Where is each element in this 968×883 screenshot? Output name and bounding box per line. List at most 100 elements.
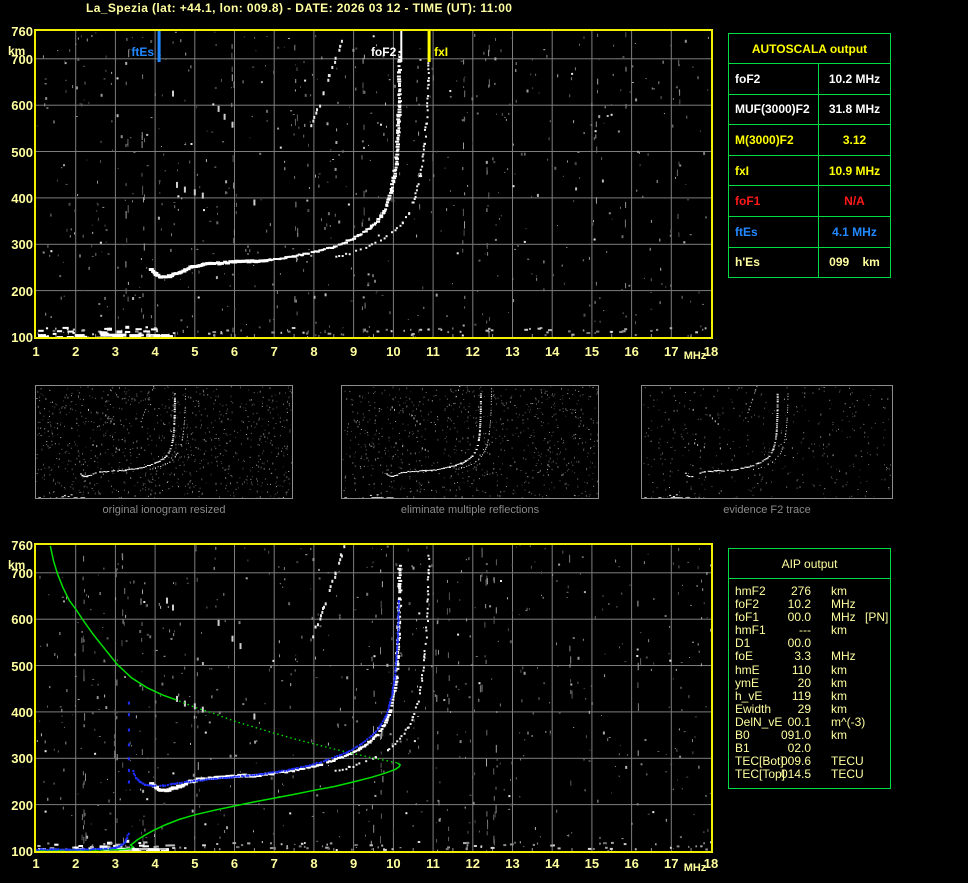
row-label: MUF(3000)F2 [729, 94, 819, 125]
aip-table-title: AIP output [729, 549, 890, 579]
row-label: B1 [735, 741, 750, 756]
row-value: 009.6 [780, 754, 811, 769]
row-unit: TECU [831, 754, 864, 769]
x-axis-label: 10 [386, 344, 401, 359]
y-axis-unit: km [8, 558, 26, 572]
y-axis-label: 500 [11, 658, 33, 674]
row-label: hmE [735, 662, 760, 677]
table-row: foF1 N/A [729, 186, 890, 217]
row-unit: km [831, 728, 847, 743]
row-label: fxI [729, 155, 819, 186]
table-row: ymE 20 km [729, 676, 890, 690]
fof2-marker-label: foF2 [370, 45, 397, 59]
y-axis-label: 400 [11, 704, 33, 720]
autoscala-window: La_Spezia (lat: +44.1, lon: 009.8) - DAT… [0, 0, 968, 883]
row-value: 00.1 [787, 714, 811, 729]
page-title: La_Spezia (lat: +44.1, lon: 009.8) - DAT… [86, 1, 513, 15]
row-unit: MHz [831, 610, 856, 625]
row-unit: MHz [831, 597, 856, 612]
x-axis-label: 3 [111, 344, 120, 359]
y-axis-label: 600 [11, 612, 33, 628]
table-row: h'Es 099 km [729, 247, 890, 278]
row-value: 276 [790, 584, 811, 598]
x-axis-label: 4 [151, 344, 159, 359]
row-value: --- [799, 623, 811, 638]
x-axis-label: 2 [72, 856, 80, 871]
y-axis-unit: km [8, 44, 26, 58]
y-axis-label: 200 [11, 797, 33, 813]
row-value: 099 km [829, 255, 880, 270]
x-axis-label: 6 [230, 344, 239, 359]
autoscala-output-table: AUTOSCALA output foF2 10.2 MHz MUF(3000)F2… [728, 33, 891, 279]
row-unit: TECU [831, 767, 864, 782]
thumbnail-caption: evidence F2 trace [723, 504, 811, 516]
x-axis-label: 16 [624, 344, 639, 359]
row-unit: km [831, 662, 847, 677]
row-unit: m^(-3) [831, 714, 866, 729]
autoscala-table-title: AUTOSCALA output [729, 34, 890, 64]
row-value: 00.0 [787, 610, 811, 625]
row-value: 10.9 MHz [828, 163, 881, 178]
table-row: MUF(3000)F2 31.8 MHz [729, 94, 890, 126]
thumbnail-original-ionogram [35, 385, 293, 499]
x-axis-label: 15 [584, 344, 600, 359]
row-value: 02.0 [787, 741, 811, 756]
x-axis-label: 14 [544, 344, 560, 359]
row-label: foE [735, 649, 754, 664]
table-row: M(3000)F2 3.12 [729, 125, 890, 156]
row-value: 091.0 [780, 728, 811, 743]
x-axis-label: 11 [426, 856, 440, 871]
profile-curve [174, 698, 398, 764]
fxi-marker-label: fxI [434, 45, 449, 59]
x-axis-label: 3 [111, 856, 120, 871]
top-ionogram-plot [34, 29, 713, 339]
x-axis-label: 12 [465, 344, 480, 359]
table-row: fxI 10.9 MHz [729, 155, 890, 187]
row-unit: km [831, 584, 847, 598]
row-label: foF1 [735, 610, 760, 625]
x-axis-label: 6 [230, 856, 239, 871]
row-value: 00.0 [787, 636, 811, 651]
row-value: 4.1 MHz [832, 224, 877, 239]
row-value: 31.8 MHz [828, 102, 881, 117]
thumbnail-caption: original ionogram resized [102, 504, 226, 516]
row-note: [PN] [865, 610, 889, 625]
x-axis-unit: MHz [683, 350, 707, 362]
x-axis-label: 1 [32, 344, 40, 359]
x-axis-unit: MHz [683, 862, 707, 874]
bottom-plot-canvas [36, 545, 711, 851]
row-unit: MHz [831, 649, 856, 664]
x-axis-label: 9 [350, 344, 358, 359]
x-axis-label: 14 [544, 856, 560, 871]
x-axis-label: 7 [270, 856, 278, 871]
table-row: TEC[Top] 014.5 TECU [729, 768, 890, 781]
thumbnail-caption: eliminate multiple reflections [400, 504, 540, 516]
table-row: foF2 10.2 MHz [729, 64, 890, 95]
y-axis-label: 300 [11, 237, 33, 253]
x-axis-label: 4 [151, 856, 159, 871]
row-label: h'Es [729, 247, 819, 278]
row-unit: km [831, 623, 847, 638]
table-row: foE 3.3 MHz [729, 650, 890, 663]
row-unit: km [831, 701, 847, 716]
x-axis-label: 5 [191, 856, 199, 871]
top-plot-canvas [36, 31, 711, 337]
row-value: 10.2 MHz [828, 71, 881, 86]
row-label: foF2 [735, 597, 760, 612]
table-row: h_vE 119 km [729, 688, 890, 703]
x-axis-label: 13 [505, 856, 520, 871]
row-label: M(3000)F2 [729, 125, 819, 155]
profile-curve [49, 545, 176, 701]
row-label: foF1 [729, 186, 819, 216]
row-label: B0 [735, 728, 750, 743]
row-label: ftEs [729, 216, 819, 247]
row-value: 3.3 [794, 649, 811, 664]
row-unit: km [831, 688, 847, 703]
y-axis-label: 100 [11, 330, 33, 345]
x-axis-label: 12 [465, 856, 480, 871]
x-axis-label: 13 [505, 344, 520, 359]
x-axis-label: 16 [624, 856, 639, 871]
x-axis-label: 5 [191, 344, 199, 359]
x-axis-label: 11 [426, 344, 440, 359]
y-axis-label: 600 [11, 98, 33, 114]
